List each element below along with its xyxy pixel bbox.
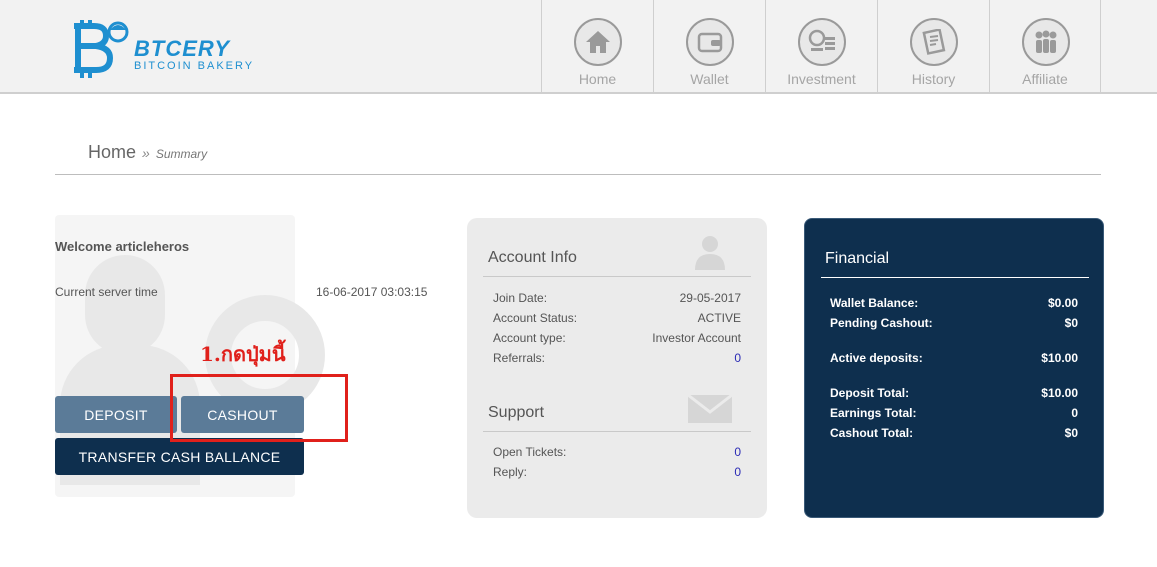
server-time-label: Current server time <box>55 285 158 299</box>
join-date-value: 29-05-2017 <box>679 291 741 305</box>
account-type-value: Investor Account <box>652 331 741 345</box>
financial-title: Financial <box>825 250 890 267</box>
breadcrumb-separator: » <box>142 145 150 161</box>
home-icon <box>574 18 622 66</box>
deposit-button[interactable]: DEPOSIT <box>55 396 177 433</box>
nav-wallet-label: Wallet <box>690 71 729 87</box>
nav-home-label: Home <box>578 71 617 87</box>
earnings-total-value: 0 <box>1071 406 1078 420</box>
nav-history-label: History <box>911 71 956 87</box>
server-time-value: 16-06-2017 03:03:15 <box>316 285 428 299</box>
cashout-total-value: $0 <box>1064 426 1078 440</box>
nav-affiliate[interactable]: Affiliate <box>989 0 1101 92</box>
active-deposits-value: $10.00 <box>1041 351 1078 365</box>
annotation-label: 1.กดปุ่มนี้ <box>200 342 286 366</box>
earnings-total-label: Earnings Total: <box>830 406 917 420</box>
account-info-card: Account Info Join Date: 29-05-2017 Accou… <box>467 218 767 518</box>
nav-history[interactable]: History <box>877 0 989 92</box>
welcome-message: Welcome articleheros <box>55 239 190 254</box>
open-tickets-label: Open Tickets: <box>493 445 567 459</box>
silhouette-head <box>85 255 165 355</box>
reply-label: Reply: <box>493 465 528 479</box>
open-tickets-value-link[interactable]: 0 <box>734 445 741 459</box>
financial-divider <box>821 277 1089 278</box>
account-status-value: ACTIVE <box>697 311 741 325</box>
brand-name: BTCERY <box>134 36 231 61</box>
referrals-label: Referrals: <box>493 351 546 365</box>
reply-value-link[interactable]: 0 <box>734 465 741 479</box>
site-header: BTCERY BITCOIN BAKERY Home Wallet Invest… <box>0 0 1157 94</box>
financial-card: Financial Wallet Balance: $0.00 Pending … <box>804 218 1104 518</box>
brand-tagline: BITCOIN BAKERY <box>134 60 255 72</box>
affiliate-icon <box>1022 18 1070 66</box>
account-type-label: Account type: <box>493 331 566 345</box>
pending-cashout-label: Pending Cashout: <box>830 316 933 330</box>
user-icon <box>695 236 725 270</box>
wallet-balance-value: $0.00 <box>1047 296 1078 310</box>
breadcrumb-current: Summary <box>155 147 208 161</box>
deposit-total-label: Deposit Total: <box>830 386 910 400</box>
nav-affiliate-label: Affiliate <box>1022 71 1068 87</box>
join-date-label: Join Date: <box>493 291 548 305</box>
wallet-icon <box>686 18 734 66</box>
cashout-total-label: Cashout Total: <box>830 426 914 440</box>
brand-logo[interactable]: BTCERY BITCOIN BAKERY <box>70 18 270 82</box>
account-info-divider <box>483 276 751 277</box>
breadcrumb: Home » Summary <box>88 142 207 163</box>
investment-icon <box>798 18 846 66</box>
account-status-label: Account Status: <box>493 311 578 325</box>
support-divider <box>483 431 751 432</box>
nav-investment-label: Investment <box>787 71 856 87</box>
annotation-highlight-box <box>170 374 348 442</box>
nav-wallet[interactable]: Wallet <box>653 0 765 92</box>
bitcoin-chef-icon <box>74 20 129 78</box>
referrals-value-link[interactable]: 0 <box>734 351 741 365</box>
wallet-balance-label: Wallet Balance: <box>830 296 919 310</box>
deposit-total-value: $10.00 <box>1041 386 1078 400</box>
nav-investment[interactable]: Investment <box>765 0 877 92</box>
main-nav: Home Wallet Investment History Affiliate <box>541 0 1101 92</box>
support-title: Support <box>488 404 545 421</box>
breadcrumb-home[interactable]: Home <box>88 142 136 163</box>
pending-cashout-value: $0 <box>1064 316 1078 330</box>
breadcrumb-divider <box>55 174 1101 175</box>
history-icon <box>910 18 958 66</box>
nav-home[interactable]: Home <box>541 0 653 92</box>
transfer-cash-balance-button[interactable]: TRANSFER CASH BALLANCE <box>55 438 304 475</box>
account-info-title: Account Info <box>488 249 577 266</box>
envelope-icon <box>687 394 733 423</box>
active-deposits-label: Active deposits: <box>830 351 923 365</box>
